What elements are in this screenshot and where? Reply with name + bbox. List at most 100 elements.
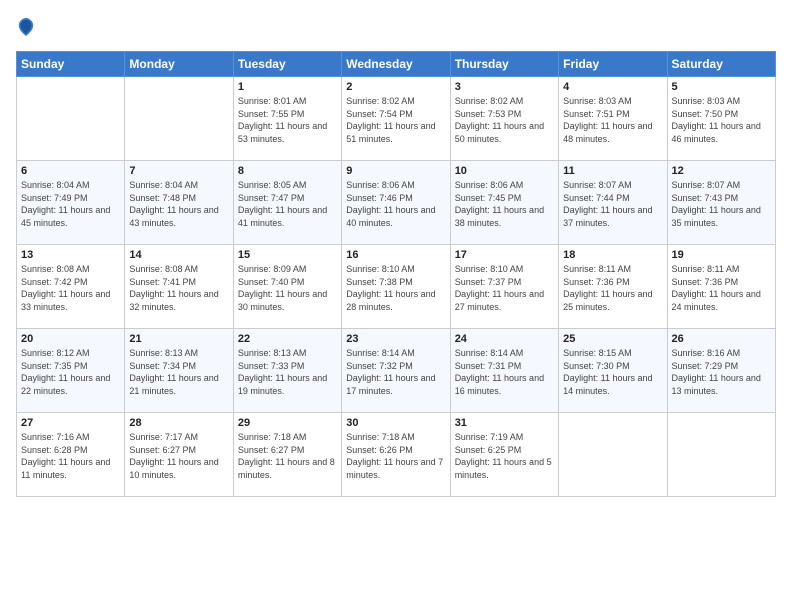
- cell-content: Sunrise: 7:18 AM Sunset: 6:27 PM Dayligh…: [238, 431, 337, 481]
- cell-content: Sunrise: 8:10 AM Sunset: 7:37 PM Dayligh…: [455, 263, 554, 313]
- calendar-cell: 8 Sunrise: 8:05 AM Sunset: 7:47 PM Daylig…: [233, 161, 341, 245]
- day-number: 28: [129, 417, 228, 429]
- day-number: 19: [672, 249, 771, 261]
- calendar-table: SundayMondayTuesdayWednesdayThursdayFrid…: [16, 51, 776, 497]
- cell-content: Sunrise: 8:03 AM Sunset: 7:51 PM Dayligh…: [563, 95, 662, 145]
- calendar-cell: 10 Sunrise: 8:06 AM Sunset: 7:45 PM Dayli…: [450, 161, 558, 245]
- logo-icon: [17, 16, 35, 38]
- cell-content: Sunrise: 8:04 AM Sunset: 7:49 PM Dayligh…: [21, 179, 120, 229]
- cell-content: Sunrise: 8:13 AM Sunset: 7:33 PM Dayligh…: [238, 347, 337, 397]
- calendar-cell: 27Sunrise: 7:16 AM Sunset: 6:28 PM Dayli…: [17, 413, 125, 497]
- calendar-cell: 29 Sunrise: 7:18 AM Sunset: 6:27 PM Dayli…: [233, 413, 341, 497]
- cell-content: Sunrise: 8:14 AM Sunset: 7:31 PM Dayligh…: [455, 347, 554, 397]
- day-number: 31: [455, 417, 554, 429]
- calendar-cell: 30 Sunrise: 7:18 AM Sunset: 6:26 PM Dayli…: [342, 413, 450, 497]
- calendar-cell: 9 Sunrise: 8:06 AM Sunset: 7:46 PM Daylig…: [342, 161, 450, 245]
- day-number: 18: [563, 249, 662, 261]
- calendar-cell: 21Sunrise: 8:13 AM Sunset: 7:34 PM Dayli…: [125, 329, 233, 413]
- day-number: 16: [346, 249, 445, 261]
- calendar-cell: 3 Sunrise: 8:02 AM Sunset: 7:53 PM Daylig…: [450, 77, 558, 161]
- day-number: 5: [672, 81, 771, 93]
- day-number: 30: [346, 417, 445, 429]
- column-header-friday: Friday: [559, 52, 667, 77]
- calendar-header: SundayMondayTuesdayWednesdayThursdayFrid…: [17, 52, 776, 77]
- calendar-cell: [17, 77, 125, 161]
- cell-content: Sunrise: 8:08 AM Sunset: 7:42 PM Dayligh…: [21, 263, 120, 313]
- calendar-cell: 13 Sunrise: 8:08 AM Sunset: 7:42 PM Dayli…: [17, 245, 125, 329]
- day-number: 3: [455, 81, 554, 93]
- calendar-cell: 5 Sunrise: 8:03 AM Sunset: 7:50 PM Daylig…: [667, 77, 775, 161]
- calendar-body: 1 Sunrise: 8:01 AM Sunset: 7:55 PM Daylig…: [17, 77, 776, 497]
- calendar-cell: 25Sunrise: 8:15 AM Sunset: 7:30 PM Dayli…: [559, 329, 667, 413]
- day-number: 15: [238, 249, 337, 261]
- day-number: 1: [238, 81, 337, 93]
- cell-content: Sunrise: 8:11 AM Sunset: 7:36 PM Dayligh…: [672, 263, 771, 313]
- cell-content: Sunrise: 8:01 AM Sunset: 7:55 PM Dayligh…: [238, 95, 337, 145]
- day-number: 13: [21, 249, 120, 261]
- week-row-3: 13 Sunrise: 8:08 AM Sunset: 7:42 PM Dayli…: [17, 245, 776, 329]
- cell-content: Sunrise: 8:08 AM Sunset: 7:41 PM Dayligh…: [129, 263, 228, 313]
- cell-content: Sunrise: 7:16 AM Sunset: 6:28 PM Dayligh…: [21, 431, 120, 481]
- column-header-thursday: Thursday: [450, 52, 558, 77]
- calendar-cell: 23 Sunrise: 8:14 AM Sunset: 7:32 PM Dayli…: [342, 329, 450, 413]
- logo: [16, 16, 37, 43]
- calendar-cell: 24 Sunrise: 8:14 AM Sunset: 7:31 PM Dayli…: [450, 329, 558, 413]
- day-number: 8: [238, 165, 337, 177]
- calendar-cell: 19 Sunrise: 8:11 AM Sunset: 7:36 PM Dayli…: [667, 245, 775, 329]
- day-number: 4: [563, 81, 662, 93]
- day-number: 20: [21, 333, 120, 345]
- cell-content: Sunrise: 8:02 AM Sunset: 7:53 PM Dayligh…: [455, 95, 554, 145]
- day-number: 10: [455, 165, 554, 177]
- day-number: 6: [21, 165, 120, 177]
- cell-content: Sunrise: 7:17 AM Sunset: 6:27 PM Dayligh…: [129, 431, 228, 481]
- cell-content: Sunrise: 8:10 AM Sunset: 7:38 PM Dayligh…: [346, 263, 445, 313]
- day-number: 29: [238, 417, 337, 429]
- week-row-1: 1 Sunrise: 8:01 AM Sunset: 7:55 PM Daylig…: [17, 77, 776, 161]
- calendar-cell: 28 Sunrise: 7:17 AM Sunset: 6:27 PM Dayli…: [125, 413, 233, 497]
- cell-content: Sunrise: 8:09 AM Sunset: 7:40 PM Dayligh…: [238, 263, 337, 313]
- calendar-cell: 2Sunrise: 8:02 AM Sunset: 7:54 PM Daylig…: [342, 77, 450, 161]
- column-header-monday: Monday: [125, 52, 233, 77]
- cell-content: Sunrise: 7:19 AM Sunset: 6:25 PM Dayligh…: [455, 431, 554, 481]
- day-number: 25: [563, 333, 662, 345]
- day-number: 24: [455, 333, 554, 345]
- day-number: 9: [346, 165, 445, 177]
- calendar-cell: 12Sunrise: 8:07 AM Sunset: 7:43 PM Dayli…: [667, 161, 775, 245]
- calendar-cell: 26 Sunrise: 8:16 AM Sunset: 7:29 PM Dayli…: [667, 329, 775, 413]
- calendar-cell: 20 Sunrise: 8:12 AM Sunset: 7:35 PM Dayli…: [17, 329, 125, 413]
- calendar-cell: 18 Sunrise: 8:11 AM Sunset: 7:36 PM Dayli…: [559, 245, 667, 329]
- cell-content: Sunrise: 7:18 AM Sunset: 6:26 PM Dayligh…: [346, 431, 445, 481]
- day-number: 17: [455, 249, 554, 261]
- cell-content: Sunrise: 8:03 AM Sunset: 7:50 PM Dayligh…: [672, 95, 771, 145]
- cell-content: Sunrise: 8:16 AM Sunset: 7:29 PM Dayligh…: [672, 347, 771, 397]
- day-number: 14: [129, 249, 228, 261]
- cell-content: Sunrise: 8:04 AM Sunset: 7:48 PM Dayligh…: [129, 179, 228, 229]
- calendar-cell: [667, 413, 775, 497]
- cell-content: Sunrise: 8:11 AM Sunset: 7:36 PM Dayligh…: [563, 263, 662, 313]
- cell-content: Sunrise: 8:06 AM Sunset: 7:46 PM Dayligh…: [346, 179, 445, 229]
- calendar-cell: 14 Sunrise: 8:08 AM Sunset: 7:41 PM Dayli…: [125, 245, 233, 329]
- calendar-cell: [559, 413, 667, 497]
- page-header: [16, 16, 776, 43]
- week-row-2: 6 Sunrise: 8:04 AM Sunset: 7:49 PM Daylig…: [17, 161, 776, 245]
- cell-content: Sunrise: 8:05 AM Sunset: 7:47 PM Dayligh…: [238, 179, 337, 229]
- day-number: 26: [672, 333, 771, 345]
- day-number: 22: [238, 333, 337, 345]
- cell-content: Sunrise: 8:12 AM Sunset: 7:35 PM Dayligh…: [21, 347, 120, 397]
- header-row: SundayMondayTuesdayWednesdayThursdayFrid…: [17, 52, 776, 77]
- cell-content: Sunrise: 8:07 AM Sunset: 7:44 PM Dayligh…: [563, 179, 662, 229]
- day-number: 11: [563, 165, 662, 177]
- column-header-wednesday: Wednesday: [342, 52, 450, 77]
- week-row-4: 20 Sunrise: 8:12 AM Sunset: 7:35 PM Dayli…: [17, 329, 776, 413]
- calendar-cell: 17 Sunrise: 8:10 AM Sunset: 7:37 PM Dayli…: [450, 245, 558, 329]
- calendar-cell: 31 Sunrise: 7:19 AM Sunset: 6:25 PM Dayli…: [450, 413, 558, 497]
- cell-content: Sunrise: 8:14 AM Sunset: 7:32 PM Dayligh…: [346, 347, 445, 397]
- column-header-sunday: Sunday: [17, 52, 125, 77]
- calendar-cell: 22 Sunrise: 8:13 AM Sunset: 7:33 PM Dayli…: [233, 329, 341, 413]
- day-number: 23: [346, 333, 445, 345]
- day-number: 12: [672, 165, 771, 177]
- calendar-cell: 7 Sunrise: 8:04 AM Sunset: 7:48 PM Daylig…: [125, 161, 233, 245]
- day-number: 21: [129, 333, 228, 345]
- day-number: 7: [129, 165, 228, 177]
- cell-content: Sunrise: 8:06 AM Sunset: 7:45 PM Dayligh…: [455, 179, 554, 229]
